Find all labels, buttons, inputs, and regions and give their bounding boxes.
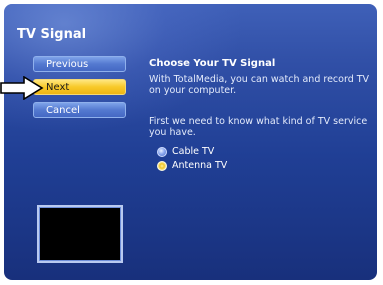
- option-label: Cable TV: [172, 146, 215, 157]
- option-label: Antenna TV: [172, 160, 228, 171]
- tv-preview-window: [37, 205, 123, 263]
- section-heading: Choose Your TV Signal: [149, 58, 276, 69]
- page-title: TV Signal: [17, 27, 87, 42]
- previous-button[interactable]: Previous: [33, 56, 126, 72]
- radio-unselected-icon[interactable]: [157, 147, 167, 157]
- tv-signal-wizard: TV Signal Previous Next Cancel Choose Yo…: [4, 4, 377, 280]
- next-button[interactable]: Next: [33, 79, 126, 95]
- intro-text: With TotalMedia, you can watch and recor…: [149, 74, 370, 96]
- cancel-button[interactable]: Cancel: [33, 102, 126, 118]
- question-text: First we need to know what kind of TV se…: [149, 116, 368, 138]
- radio-selected-icon[interactable]: [157, 161, 167, 171]
- arrow-pointer-icon: [0, 76, 44, 100]
